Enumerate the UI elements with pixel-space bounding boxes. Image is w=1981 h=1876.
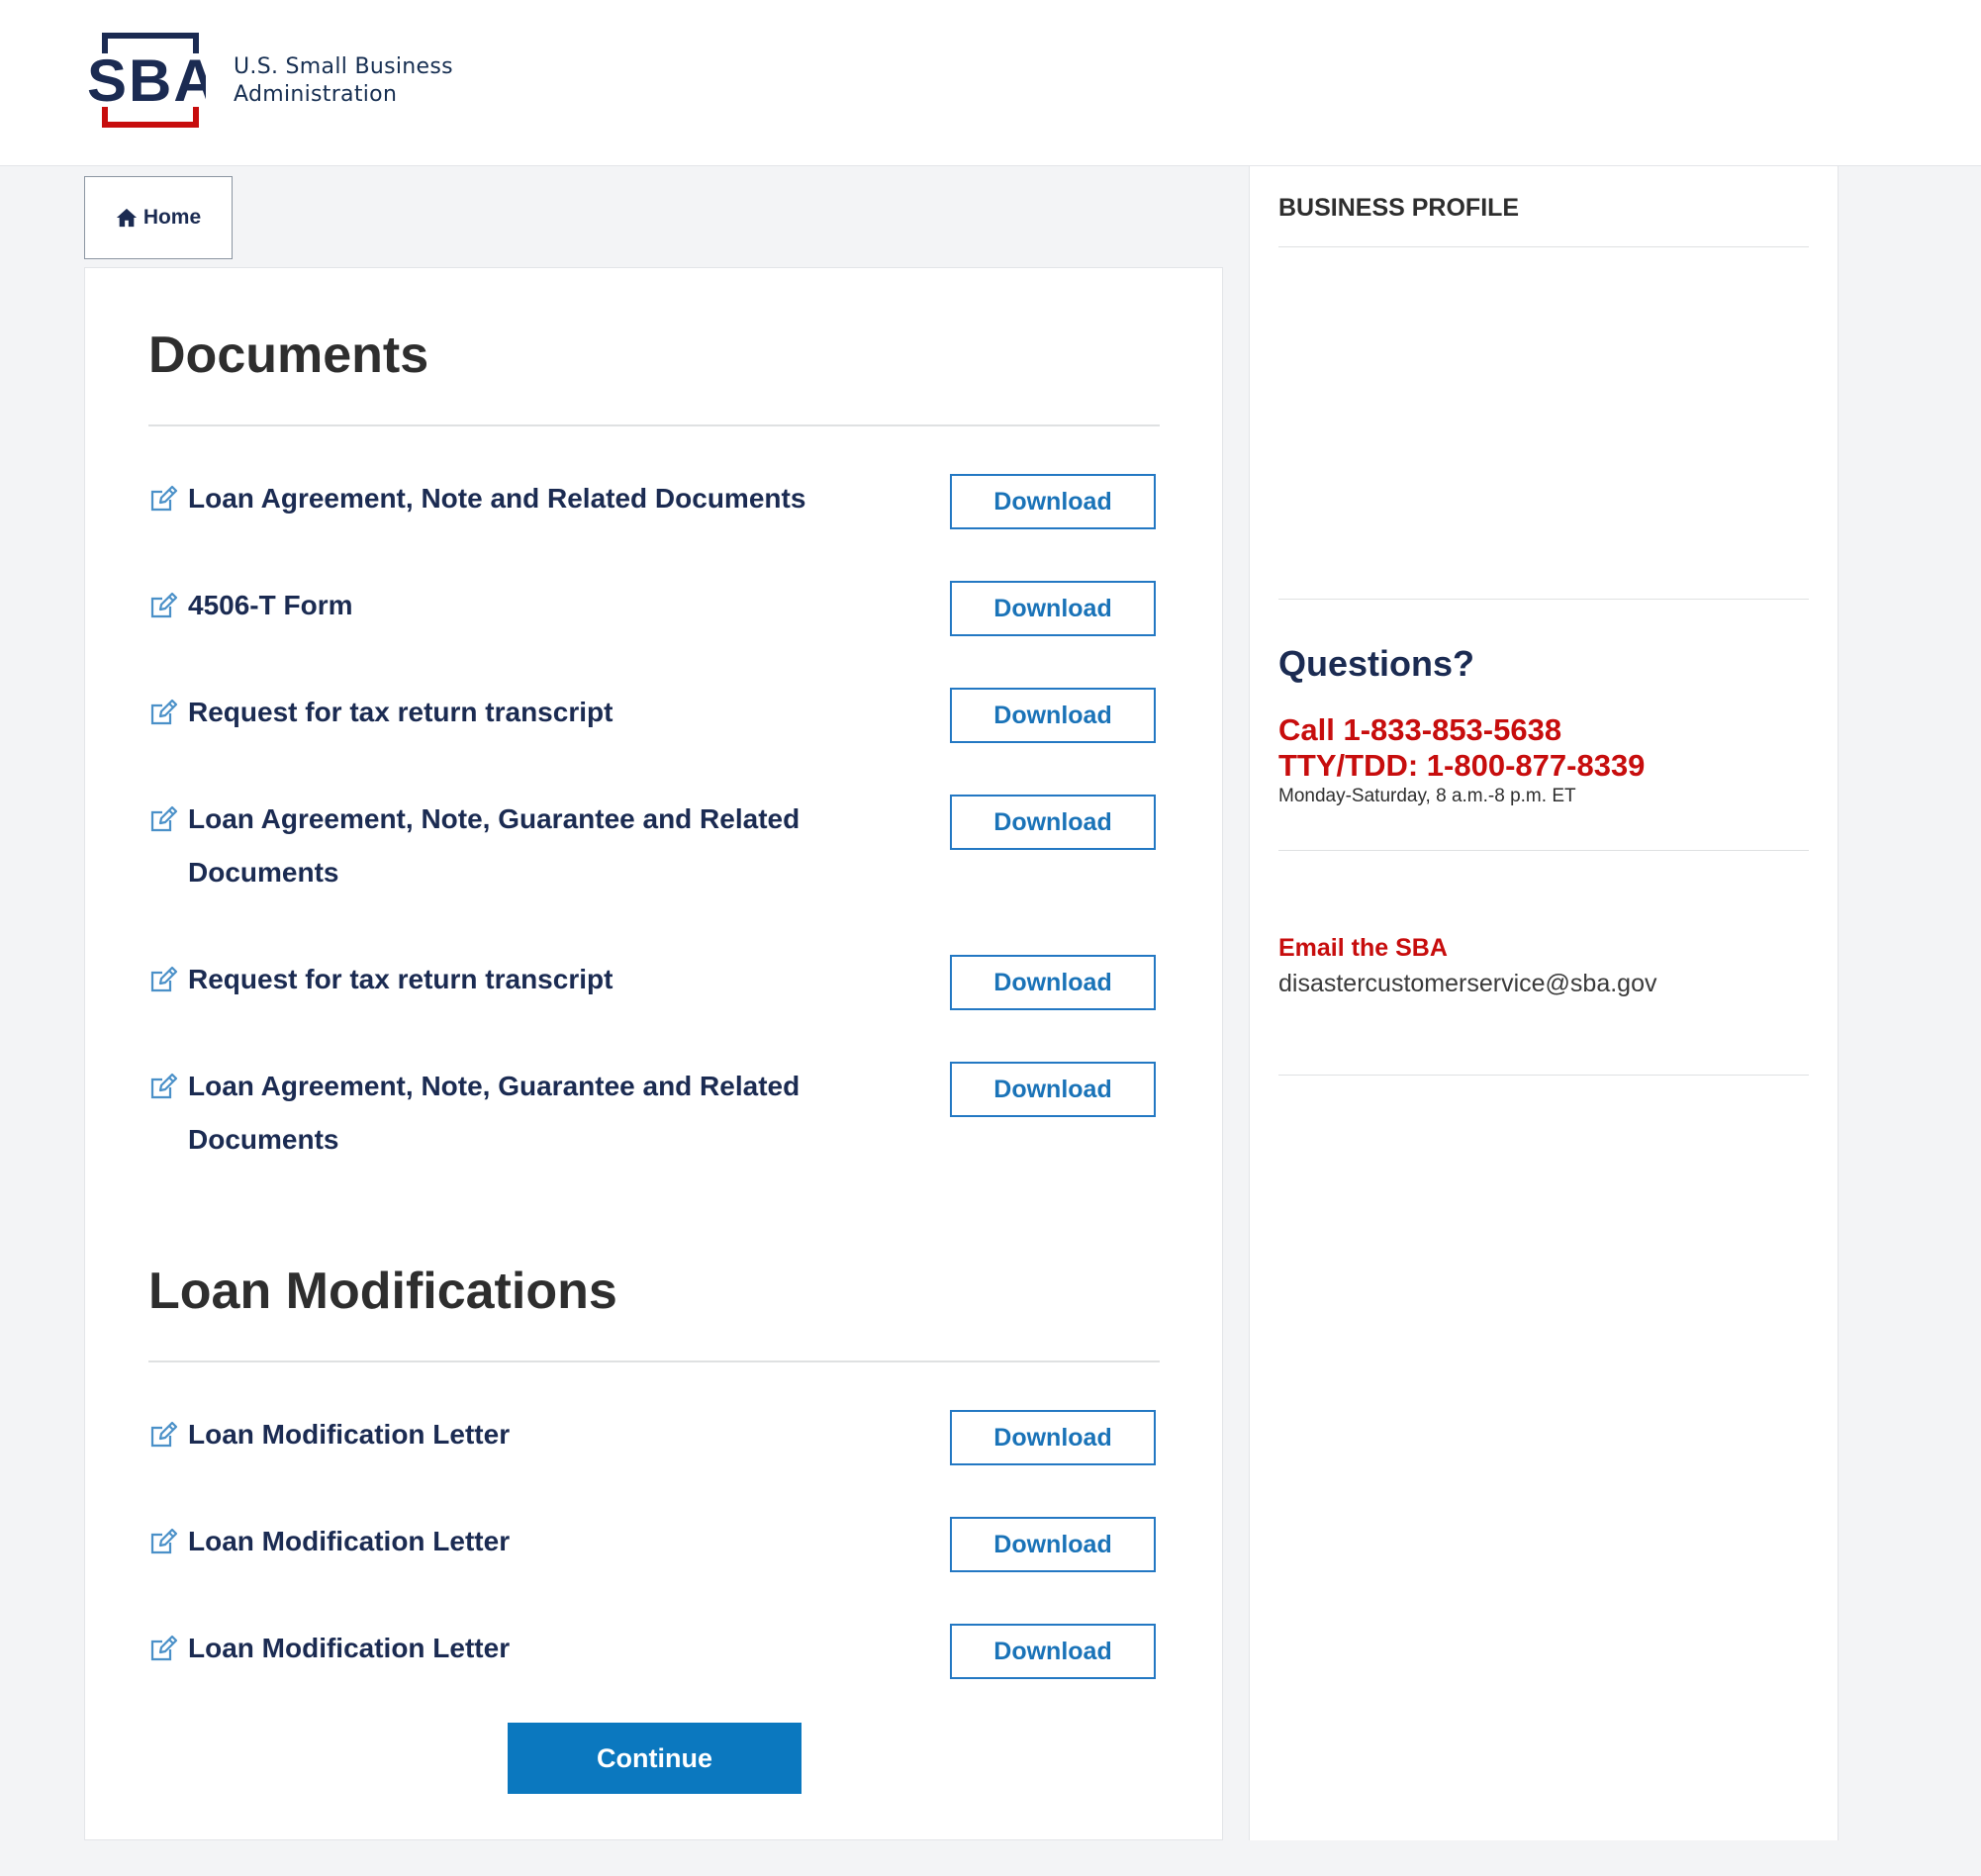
download-button[interactable]: Download (950, 795, 1156, 850)
logo-text: SBA (87, 47, 206, 114)
edit-document-icon (148, 1527, 178, 1556)
download-button[interactable]: Download (950, 1517, 1156, 1572)
email-divider (1278, 1075, 1809, 1076)
agency-line-2: Administration (234, 82, 398, 107)
document-row: Loan Agreement, Note, Guarantee and Rela… (148, 795, 1160, 888)
questions-title: Questions? (1278, 643, 1475, 684)
phone-tty[interactable]: TTY/TDD: 1-800-877-8339 (1278, 748, 1645, 784)
email-link[interactable]: disastercustomerservice@sba.gov (1278, 970, 1656, 998)
sba-logo[interactable]: SBA (87, 32, 206, 129)
agency-name: U.S. Small Business Administration (234, 53, 453, 109)
home-tab[interactable]: Home (84, 176, 233, 259)
document-row: Loan Agreement, Note and Related Documen… (148, 474, 1160, 533)
loan-modification-row: Loan Modification Letter Download (148, 1517, 1160, 1576)
documents-title: Documents (148, 327, 429, 384)
documents-divider (148, 424, 1160, 426)
business-profile-heading: BUSINESS PROFILE (1278, 194, 1520, 222)
edit-document-icon (148, 965, 178, 994)
loan-modification-row: Loan Modification Letter Download (148, 1624, 1160, 1683)
download-button[interactable]: Download (950, 955, 1156, 1010)
document-label: Loan Agreement, Note, Guarantee and Rela… (188, 803, 801, 888)
edit-document-icon (148, 1634, 178, 1663)
document-row: Request for tax return transcript Downloa… (148, 955, 1160, 1014)
home-icon (116, 208, 137, 228)
loan-modifications-divider (148, 1360, 1160, 1362)
profile-divider-top (1278, 246, 1809, 247)
download-button[interactable]: Download (950, 1410, 1156, 1465)
support-hours: Monday-Saturday, 8 a.m.-8 p.m. ET (1278, 786, 1576, 806)
agency-line-1: U.S. Small Business (234, 54, 453, 79)
edit-document-icon (148, 484, 178, 514)
document-label: 4506-T Form (188, 590, 353, 620)
sidebar: BUSINESS PROFILE Questions? Call 1-833-8… (1249, 166, 1839, 1840)
download-button[interactable]: Download (950, 474, 1156, 529)
phone-call[interactable]: Call 1-833-853-5638 (1278, 712, 1561, 748)
loan-modification-row: Loan Modification Letter Download (148, 1410, 1160, 1469)
profile-divider-bottom (1278, 599, 1809, 600)
site-header: SBA U.S. Small Business Administration (0, 0, 1981, 166)
edit-document-icon (148, 1072, 178, 1101)
loan-modification-label: Loan Modification Letter (188, 1526, 511, 1556)
document-row: Request for tax return transcript Downloa… (148, 688, 1160, 747)
home-label: Home (142, 206, 202, 229)
document-label: Request for tax return transcript (188, 964, 613, 994)
document-row: Loan Agreement, Note, Guarantee and Rela… (148, 1062, 1160, 1155)
download-button[interactable]: Download (950, 581, 1156, 636)
edit-document-icon (148, 1420, 178, 1450)
loan-modifications-title: Loan Modifications (148, 1263, 617, 1320)
loan-modification-label: Loan Modification Letter (188, 1419, 511, 1450)
document-row: 4506-T Form Download (148, 581, 1160, 640)
download-button[interactable]: Download (950, 1624, 1156, 1679)
download-button[interactable]: Download (950, 688, 1156, 743)
document-label: Loan Agreement, Note, Guarantee and Rela… (188, 1071, 801, 1155)
loan-modification-label: Loan Modification Letter (188, 1633, 511, 1663)
edit-document-icon (148, 698, 178, 727)
document-label: Request for tax return transcript (188, 697, 613, 727)
email-label: Email the SBA (1278, 934, 1448, 962)
continue-button[interactable]: Continue (508, 1723, 802, 1794)
document-label: Loan Agreement, Note and Related Documen… (188, 483, 806, 514)
questions-divider (1278, 850, 1809, 851)
edit-document-icon (148, 591, 178, 620)
main-card: Documents Loan Agreement, Note and Relat… (84, 267, 1223, 1840)
edit-document-icon (148, 804, 178, 834)
download-button[interactable]: Download (950, 1062, 1156, 1117)
